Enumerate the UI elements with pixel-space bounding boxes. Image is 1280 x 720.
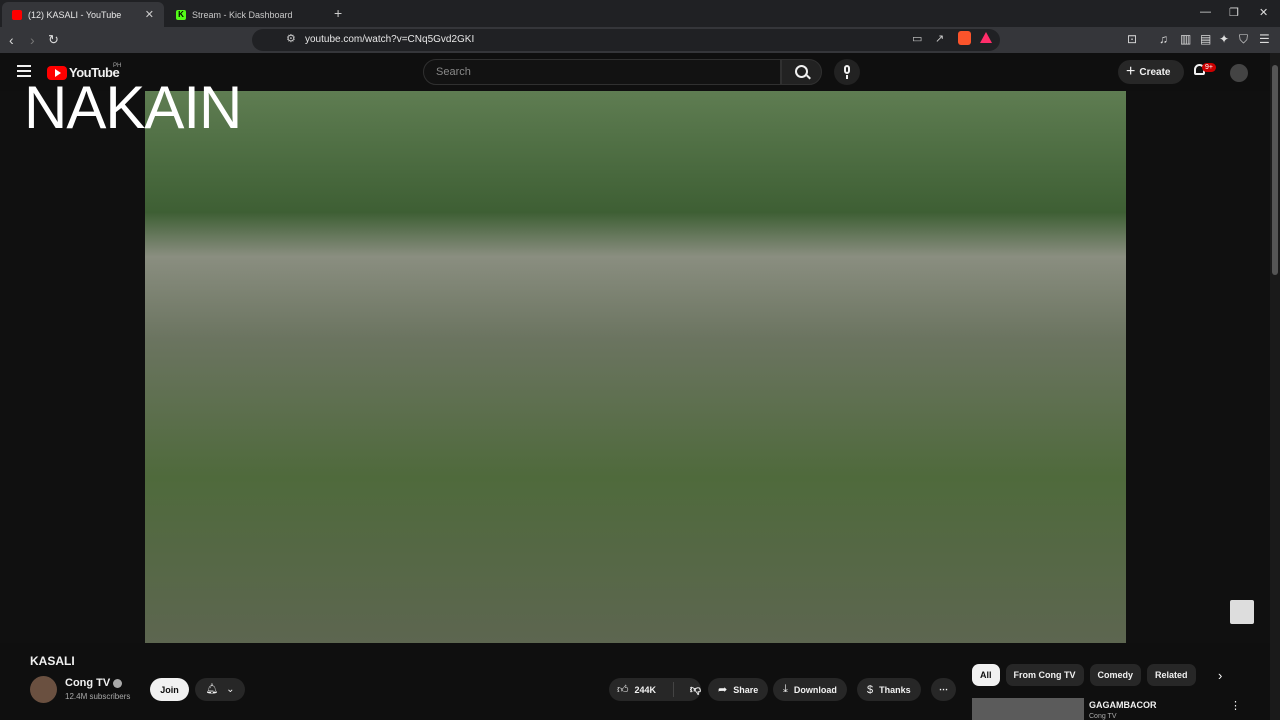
site-info-icon[interactable]: ⚙ — [286, 32, 296, 45]
tab-kick-dashboard[interactable]: K Stream - Kick Dashboard — [166, 2, 326, 27]
media-icon[interactable]: ♫ — [1159, 32, 1168, 46]
verified-icon — [113, 678, 123, 688]
account-avatar[interactable] — [1230, 64, 1248, 82]
plus-icon: + — [1126, 63, 1136, 80]
tab-youtube[interactable]: (12) KASALI - YouTube ✕ — [2, 2, 164, 27]
forward-icon[interactable]: › — [30, 31, 35, 49]
channel-name-text[interactable]: Cong TV — [65, 677, 110, 689]
create-button[interactable]: + Create — [1118, 60, 1184, 84]
url-text[interactable]: youtube.com/watch?v=CNq5Gvd2GKI — [305, 34, 474, 45]
new-tab-icon[interactable]: + — [334, 5, 342, 21]
search-button[interactable] — [781, 59, 822, 85]
join-button[interactable]: Join — [150, 678, 189, 701]
tab-title: Stream - Kick Dashboard — [192, 9, 293, 20]
share-icon: ➦ — [718, 684, 728, 696]
minimize-icon[interactable]: — — [1200, 6, 1211, 18]
more-actions-button[interactable]: ⋯ — [931, 678, 956, 701]
like-count: 244K — [634, 684, 657, 695]
search-input[interactable] — [434, 65, 768, 79]
brave-shields-icon[interactable] — [958, 31, 971, 45]
download-icon: ⤓ — [783, 683, 788, 695]
browser-tab-strip: (12) KASALI - YouTube ✕ K Stream - Kick … — [0, 0, 1280, 27]
chip-all[interactable]: All — [972, 664, 1000, 686]
vpn-icon[interactable]: ⛉ — [1239, 32, 1248, 47]
youtube-favicon-icon — [12, 9, 22, 20]
screenshot-icon[interactable]: ⊡ — [1127, 32, 1137, 46]
recommended-title[interactable]: GAGAMBACOR — [1089, 700, 1157, 710]
back-icon[interactable]: ‹ — [9, 31, 14, 49]
scrollbar-thumb[interactable] — [1272, 65, 1278, 275]
chevron-right-icon[interactable]: › — [1218, 668, 1222, 683]
thanks-button[interactable]: $ Thanks — [857, 678, 921, 701]
chip-comedy[interactable]: Comedy — [1089, 664, 1142, 686]
more-vertical-icon[interactable]: ⋮ — [1230, 699, 1241, 712]
kick-favicon-icon: K — [176, 9, 186, 20]
chip-related[interactable]: Related — [1147, 664, 1196, 686]
leo-ai-icon[interactable]: ✦ — [1219, 32, 1229, 46]
close-tab-icon[interactable]: ✕ — [145, 8, 154, 21]
search-icon — [795, 65, 808, 78]
reload-icon[interactable]: ↻ — [48, 31, 59, 49]
recommendation-chips: All From Cong TV Comedy Related — [972, 664, 1196, 686]
menu-icon[interactable]: ☰ — [1259, 32, 1270, 46]
video-caption-overlay: NAKAIN — [24, 74, 242, 141]
bell-icon: 🔔︎ — [205, 684, 219, 695]
share-button[interactable]: ➦ Share — [708, 678, 769, 701]
share-page-icon[interactable]: ↗ — [935, 32, 944, 45]
channel-watermark[interactable] — [1230, 600, 1254, 624]
thanks-icon: $ — [867, 683, 874, 696]
video-frame[interactable] — [145, 91, 1126, 643]
address-bar[interactable]: ⚙ youtube.com/watch?v=CNq5Gvd2GKI ▭ ↗ — [252, 29, 1000, 51]
brave-rewards-icon[interactable] — [980, 32, 992, 43]
recommended-thumbnail[interactable] — [972, 698, 1084, 720]
channel-name[interactable]: Cong TV — [65, 677, 123, 689]
download-label: Download — [793, 684, 837, 695]
thanks-label: Thanks — [879, 684, 911, 695]
chip-from-channel[interactable]: From Cong TV — [1005, 664, 1084, 686]
thumbs-down-icon: 👎︎ — [689, 684, 701, 696]
restore-icon[interactable]: ❐ — [1229, 6, 1239, 19]
more-horizontal-icon: ⋯ — [939, 684, 948, 694]
channel-avatar[interactable] — [30, 676, 57, 703]
wallet-icon[interactable]: ▤ — [1200, 32, 1211, 46]
video-title: KASALI — [30, 654, 75, 668]
dislike-button[interactable]: 👎︎ — [680, 683, 701, 696]
page-scrollbar[interactable] — [1270, 53, 1280, 720]
thumbs-up-icon: 👍︎ — [617, 684, 629, 696]
like-button[interactable]: 👍︎ 244K — [609, 682, 674, 697]
video-player[interactable] — [0, 91, 1270, 643]
country-code: PH — [113, 63, 122, 69]
voice-search-icon[interactable] — [834, 59, 860, 85]
cast-icon[interactable]: ▭ — [912, 32, 922, 45]
recommended-channel: Cong TV — [1089, 713, 1117, 720]
sidebar-icon[interactable]: ▥ — [1180, 32, 1191, 46]
notification-badge: 9+ — [1202, 63, 1216, 72]
subscriber-count: 12.4M subscribers — [65, 692, 131, 701]
search-box[interactable] — [423, 59, 781, 85]
download-button[interactable]: ⤓ Download — [773, 678, 847, 701]
share-label: Share — [733, 684, 759, 695]
subscription-notifications-button[interactable]: 🔔︎ ⌄ — [195, 678, 245, 701]
chevron-down-icon: ⌄ — [226, 684, 235, 695]
like-dislike-group: 👍︎ 244K 👎︎ — [609, 678, 701, 701]
window-close-icon[interactable]: ✕ — [1259, 6, 1268, 19]
create-label: Create — [1139, 66, 1171, 78]
tab-title: (12) KASALI - YouTube — [28, 9, 122, 20]
browser-toolbar: ‹ › ↻ 🔖︎ ⚙ youtube.com/watch?v=CNq5Gvd2G… — [0, 27, 1280, 53]
